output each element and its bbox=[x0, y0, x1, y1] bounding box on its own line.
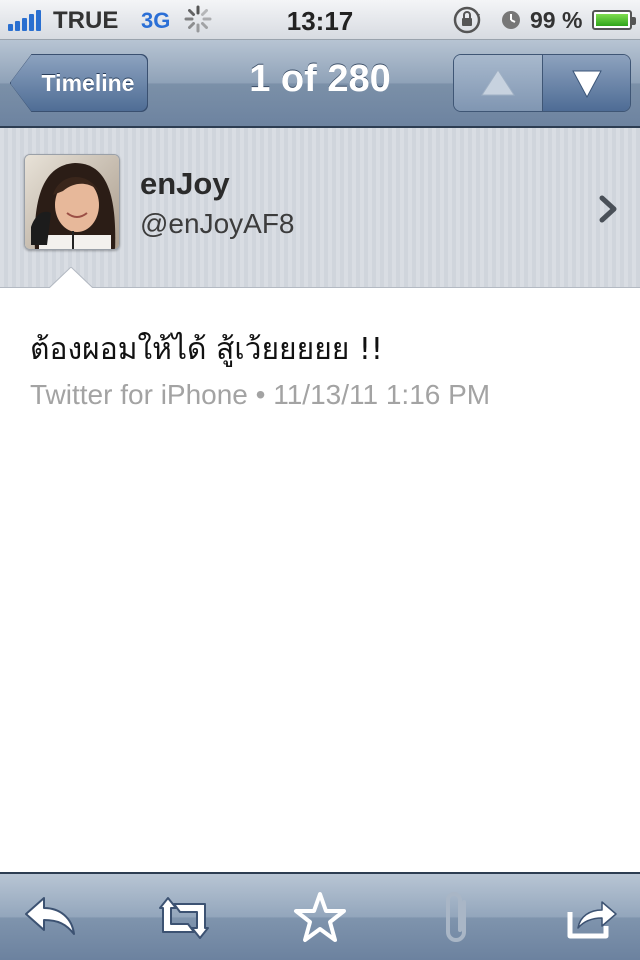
next-button[interactable] bbox=[543, 55, 630, 111]
alarm-icon bbox=[502, 11, 520, 29]
avatar[interactable] bbox=[24, 154, 120, 250]
status-bar: TRUE 3G 13:17 99 % bbox=[0, 0, 640, 40]
profile-handle: @enJoyAF8 bbox=[140, 208, 295, 239]
battery-percent: 99 % bbox=[530, 7, 583, 33]
star-icon bbox=[294, 892, 346, 942]
retweet-button[interactable] bbox=[154, 890, 214, 946]
paperclip-icon bbox=[446, 892, 466, 942]
avatar-image bbox=[25, 155, 119, 249]
up-arrow-icon bbox=[481, 69, 515, 96]
profile-name: enJoy bbox=[140, 166, 230, 201]
reply-button[interactable] bbox=[20, 890, 80, 946]
down-arrow-icon bbox=[572, 70, 602, 99]
retweet-icon bbox=[159, 897, 209, 939]
reply-icon bbox=[25, 897, 75, 935]
share-button[interactable] bbox=[562, 890, 622, 946]
chevron-right-icon[interactable] bbox=[598, 194, 620, 224]
attach-button[interactable] bbox=[428, 890, 488, 946]
navigation-bar: Timeline 1 of 280 bbox=[0, 40, 640, 128]
favorite-button[interactable] bbox=[290, 890, 350, 946]
share-icon bbox=[567, 901, 617, 939]
previous-next-control bbox=[453, 54, 631, 112]
header-pointer bbox=[48, 267, 94, 291]
tweet-meta: Twitter for iPhone • 11/13/11 1:16 PM bbox=[30, 379, 491, 410]
tweet-text: ต้องผอมให้ได้ สู้เว้ยยยยย !! bbox=[30, 332, 383, 367]
previous-button[interactable] bbox=[454, 55, 542, 111]
battery-icon bbox=[592, 10, 636, 30]
bottom-toolbar bbox=[0, 872, 640, 960]
rotation-lock-icon bbox=[453, 6, 481, 34]
profile-header[interactable]: enJoy @enJoyAF8 bbox=[0, 128, 640, 288]
